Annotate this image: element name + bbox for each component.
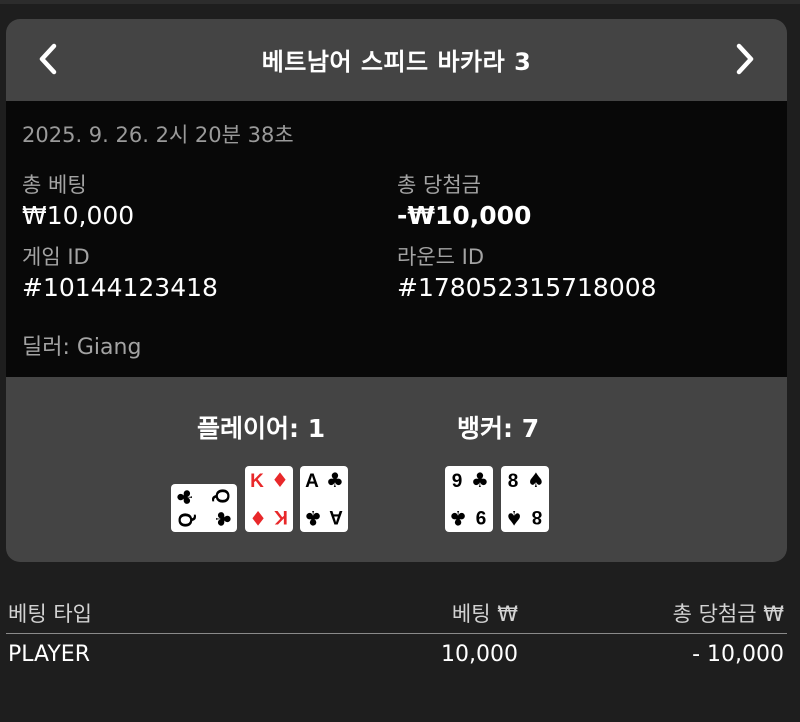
total-bet-value: ₩10,000 — [22, 201, 135, 230]
card-rank: K — [250, 471, 264, 492]
card-face: Q ♣ Q ♣ — [173, 488, 235, 528]
card-suit: ♣ — [211, 510, 235, 528]
row-bet-type: PLAYER — [8, 642, 90, 667]
player-card-3: A ♣ A ♣ — [300, 466, 348, 532]
card-rank: 9 — [476, 506, 487, 527]
card-rank: Q — [211, 489, 232, 504]
col-bet-type: 베팅 타입 — [8, 602, 92, 626]
col-bet-amount: 베팅 ₩ — [451, 602, 518, 626]
card-rank: K — [274, 506, 288, 527]
banker-card-2: 8 ♠ 8 ♠ — [501, 466, 549, 532]
total-win-value: -₩10,000 — [397, 201, 532, 230]
card-suit: ♣ — [304, 506, 322, 530]
row-total-win: - 10,000 — [692, 642, 784, 667]
card-suit: ♣ — [449, 506, 467, 530]
card-face: 8 ♠ 8 ♠ — [505, 468, 545, 530]
card-rank: A — [329, 506, 343, 527]
row-bet-amount: 10,000 — [441, 642, 518, 667]
card-face: K ♦ K ♦ — [249, 468, 289, 530]
card-rank: 8 — [532, 506, 543, 527]
game-id-value: #10144123418 — [22, 273, 218, 302]
card-suit: ♣ — [326, 468, 344, 492]
round-detail-panel: 베트남어 스피드 바카라 3 2025. 9. 26. 2시 20분 38초 총… — [6, 19, 787, 562]
player-card-2: K ♦ K ♦ — [245, 466, 293, 532]
panel-header: 베트남어 스피드 바카라 3 — [6, 19, 787, 101]
card-face: 9 ♣ 9 ♣ — [449, 468, 489, 530]
total-bet-label: 총 베팅 — [22, 173, 87, 197]
total-win-label: 총 당첨금 — [397, 173, 481, 197]
bets-table-header: 베팅 타입 베팅 ₩ 총 당첨금 ₩ — [0, 592, 800, 632]
card-rank: Q — [176, 513, 197, 528]
card-rank: 9 — [452, 471, 463, 492]
card-suit: ♠ — [527, 468, 545, 492]
round-id-label: 라운드 ID — [397, 245, 484, 269]
round-timestamp: 2025. 9. 26. 2시 20분 38초 — [22, 123, 294, 147]
banker-card-1: 9 ♣ 9 ♣ — [445, 466, 493, 532]
next-round-button[interactable] — [725, 39, 765, 79]
card-face: A ♣ A ♣ — [304, 468, 344, 530]
player-score: 플레이어: 1 — [197, 414, 326, 443]
player-card-1: Q ♣ Q ♣ — [171, 484, 237, 532]
banker-score: 뱅커: 7 — [457, 414, 540, 443]
card-suit: ♣ — [471, 468, 489, 492]
card-suit: ♣ — [173, 488, 197, 506]
game-id-label: 게임 ID — [22, 245, 90, 269]
col-total-win: 총 당첨금 ₩ — [672, 602, 784, 626]
top-strip — [0, 0, 800, 4]
card-suit: ♦ — [249, 506, 267, 530]
dealer-name: 딜러: Giang — [22, 335, 142, 360]
table-row: PLAYER 10,000 - 10,000 — [0, 636, 800, 676]
card-rank: 8 — [508, 471, 519, 492]
page-title: 베트남어 스피드 바카라 3 — [261, 48, 532, 76]
card-suit: ♠ — [505, 506, 523, 530]
round-info: 2025. 9. 26. 2시 20분 38초 총 베팅 ₩10,000 총 당… — [6, 101, 787, 377]
card-suit: ♦ — [271, 468, 289, 492]
card-rank: A — [305, 471, 319, 492]
table-divider — [6, 633, 787, 634]
chevron-right-icon — [736, 43, 754, 75]
hands-area: 플레이어: 1 뱅커: 7 Q ♣ Q ♣ K ♦ K ♦ A ♣ A ♣ 9 ♣ 9 ♣ 8 ♠ 8 ♠ — [6, 377, 787, 562]
round-id-value: #178052315718008 — [397, 273, 657, 302]
